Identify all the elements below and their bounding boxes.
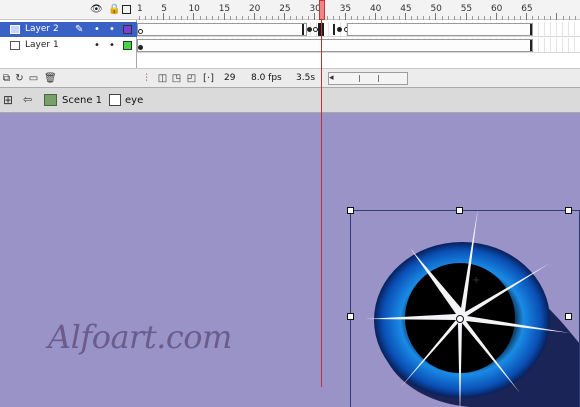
layer-color-chip[interactable] — [123, 25, 132, 34]
ruler-number: 45 — [400, 4, 412, 14]
layer-name: Layer 2 — [25, 24, 59, 34]
timeline-panel: 👁 🔒 1 5 10 15 20 25 30 35 40 45 50 55 60 65 Layer 2 ✎… — [0, 0, 580, 88]
ruler-tick — [253, 13, 255, 20]
scene-icon — [44, 94, 57, 106]
ruler-number: 50 — [430, 4, 442, 14]
frames-panel[interactable] — [137, 20, 580, 68]
layer-row-layer-2[interactable]: Layer 2 ✎ • • — [0, 22, 137, 37]
ruler-tick — [193, 13, 195, 20]
keyframe-end[interactable] — [530, 40, 532, 51]
ruler-tick — [435, 13, 437, 20]
ruler-number: 55 — [460, 4, 473, 14]
transform-handle-tr[interactable] — [565, 207, 572, 214]
frame-span[interactable] — [137, 39, 533, 52]
ruler-tick — [223, 13, 225, 20]
onion-skin-icon[interactable]: ◫ — [157, 73, 168, 84]
breadcrumb-scene[interactable]: Scene 1 — [62, 95, 102, 106]
timeline-footer: ⧉ ↻ ▭ 🗑 ⫶ ◫ ◳ ◰ [·] 29 8.0 fps 3.5s ◂ — [0, 68, 580, 88]
frame-row-layer-1[interactable] — [137, 38, 580, 53]
keyframe-end[interactable] — [333, 24, 335, 35]
ruler-tick — [344, 13, 346, 20]
layer-icon — [10, 25, 20, 34]
ruler-number: 20 — [248, 4, 261, 14]
ruler-number: 25 — [279, 4, 291, 14]
ruler-tick — [526, 13, 528, 20]
lock-dot[interactable]: • — [108, 22, 116, 37]
ruler-tick — [314, 13, 316, 20]
add-layer-icon[interactable]: ⧉ — [1, 73, 12, 84]
layer-name: Layer 1 — [25, 40, 59, 50]
transform-handle-tc[interactable] — [456, 207, 463, 214]
modify-onion-markers-icon[interactable]: [·] — [203, 73, 214, 84]
add-folder-icon[interactable]: ▭ — [28, 73, 39, 84]
ruler-number: 35 — [339, 4, 352, 14]
ruler-number: 15 — [218, 4, 231, 14]
breadcrumb-symbol[interactable]: eye — [125, 95, 143, 106]
ruler-tick — [284, 13, 286, 20]
ruler-number: 65 — [521, 4, 533, 14]
playhead-line — [321, 20, 322, 387]
frame-row-layer-2[interactable] — [137, 22, 580, 37]
scroll-thumb[interactable] — [359, 75, 379, 82]
timeline-toggle-icon[interactable]: ⊞ — [3, 93, 17, 107]
selection-bounding-box[interactable] — [350, 210, 580, 407]
center-frame-icon[interactable]: ⫶ — [141, 73, 152, 84]
current-frame: 29 — [224, 73, 236, 83]
lock-icon[interactable]: 🔒 — [108, 4, 120, 15]
frame-span[interactable] — [347, 23, 533, 36]
ruler-tick — [556, 13, 558, 20]
frame-ruler[interactable]: 1 5 10 15 20 25 30 35 40 45 50 55 60 65 — [137, 0, 580, 20]
layers-panel: Layer 2 ✎ • • Layer 1 • • — [0, 20, 137, 68]
symbol-icon — [109, 94, 121, 106]
layer-row-layer-1[interactable]: Layer 1 • • — [0, 38, 137, 53]
layer-icon — [10, 41, 20, 50]
playhead-marker[interactable] — [319, 0, 325, 20]
transform-handle-ml[interactable] — [347, 313, 354, 320]
frame-span[interactable] — [137, 23, 307, 36]
ruler-tick — [495, 13, 497, 20]
trash-icon[interactable]: 🗑 — [44, 73, 57, 84]
visibility-dot[interactable]: • — [93, 22, 101, 37]
ruler-number: 60 — [490, 4, 503, 14]
back-arrow-icon[interactable]: ⇦ — [23, 93, 37, 107]
ruler-number: 5 — [161, 4, 167, 14]
transform-handle-mr[interactable] — [565, 313, 572, 320]
outline-icon[interactable] — [122, 5, 131, 14]
keyframe-end[interactable] — [302, 24, 304, 35]
stage[interactable]: Alfoart.com + — [0, 113, 580, 407]
layer-color-chip[interactable] — [123, 41, 132, 50]
keyframe[interactable] — [337, 27, 342, 32]
pencil-icon: ✎ — [75, 24, 84, 35]
edit-bar: ⊞ ⇦ Scene 1 eye — [0, 88, 580, 113]
keyframe[interactable] — [138, 45, 143, 50]
add-motion-guide-icon[interactable]: ↻ — [14, 73, 25, 84]
elapsed-time: 3.5s — [296, 73, 316, 83]
ruler-number: 1 — [137, 4, 143, 14]
keyframe-empty[interactable] — [138, 29, 143, 34]
ruler-tick — [405, 13, 407, 20]
keyframe[interactable] — [307, 27, 312, 32]
transform-handle-tl[interactable] — [347, 207, 354, 214]
onion-skin-outlines-icon[interactable]: ◳ — [171, 73, 182, 84]
ruler-tick — [163, 13, 165, 20]
timeline-header-icons: 👁 🔒 — [88, 4, 136, 16]
ruler-tick — [374, 13, 376, 20]
eye-icon[interactable]: 👁 — [90, 4, 103, 15]
visibility-dot[interactable]: • — [93, 38, 101, 53]
timeline-ruler-row: 👁 🔒 1 5 10 15 20 25 30 35 40 45 50 55 60 65 — [0, 0, 580, 20]
lock-dot[interactable]: • — [108, 38, 116, 53]
watermark: Alfoart.com — [48, 318, 232, 356]
scroll-left-arrow-icon[interactable]: ◂ — [329, 73, 334, 83]
ruler-tick — [465, 13, 467, 20]
keyframe-end[interactable] — [530, 24, 532, 35]
timeline-scrollbar[interactable] — [328, 72, 408, 85]
frame-rate: 8.0 fps — [251, 73, 282, 83]
edit-multiple-frames-icon[interactable]: ◰ — [186, 73, 197, 84]
ruler-number: 40 — [369, 4, 382, 14]
ruler-number: 10 — [188, 4, 200, 14]
